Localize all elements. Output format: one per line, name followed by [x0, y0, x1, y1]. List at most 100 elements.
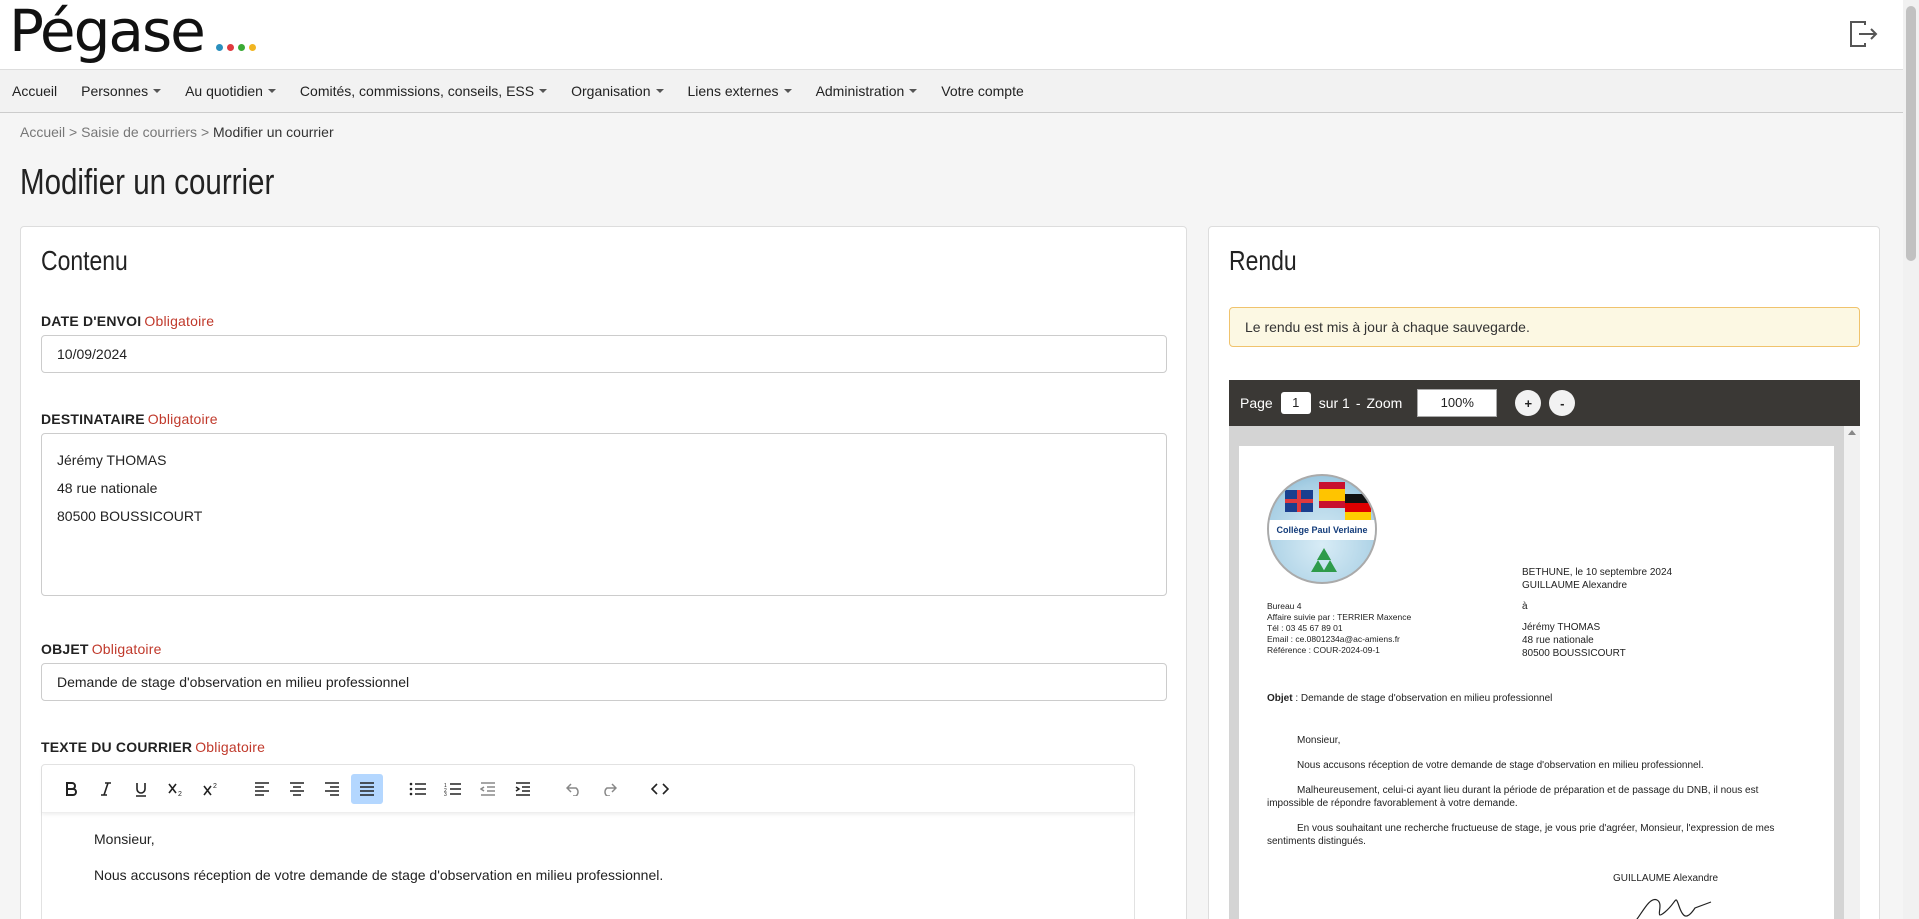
zoom-input[interactable]: 100%: [1417, 389, 1498, 417]
zoom-out-button[interactable]: -: [1549, 390, 1576, 416]
align-justify-button[interactable]: [351, 773, 383, 804]
logo-dots: [216, 44, 256, 51]
recipient-line: Jérémy THOMAS: [57, 452, 167, 468]
superscript-button[interactable]: 2: [195, 774, 227, 804]
align-left-button[interactable]: [246, 774, 278, 804]
body-label: TEXTE DU COURRIER Obligatoire: [41, 739, 265, 755]
pdf-viewer[interactable]: Collège Paul Verlaine Bureau 4 Affaire s…: [1229, 426, 1860, 919]
address-block: BETHUNE, le 10 septembre 2024 GUILLAUME …: [1522, 566, 1672, 660]
underline-button[interactable]: [125, 774, 157, 804]
recipient-label-text: DESTINATAIRE: [41, 411, 145, 427]
content-panel: Contenu DATE D'ENVOI Obligatoire 10/09/20…: [20, 226, 1187, 919]
pdf-scrollbar[interactable]: [1844, 426, 1860, 919]
indent-button[interactable]: [507, 774, 539, 804]
spain-flag-icon: [1319, 482, 1345, 508]
pdf-page: Collège Paul Verlaine Bureau 4 Affaire s…: [1239, 446, 1834, 919]
handwritten-signature: [1636, 898, 1712, 919]
subscript-button[interactable]: 2: [160, 774, 192, 804]
sender-line: Bureau 4: [1267, 601, 1302, 611]
sender-line: Référence : COUR-2024-09-1: [1267, 645, 1380, 655]
zoom-in-button[interactable]: +: [1515, 390, 1542, 416]
caret-down-icon: [539, 89, 548, 93]
nav-label: Comités, commissions, conseils, ESS: [299, 83, 535, 99]
caret-down-icon: [783, 89, 792, 93]
sender-block: Bureau 4 Affaire suivie par : TERRIER Ma…: [1267, 601, 1411, 656]
info-alert: Le rendu est mis à jour à chaque sauvega…: [1229, 307, 1860, 347]
date-input[interactable]: 10/09/2024: [41, 335, 1167, 373]
page-scrollbar[interactable]: [1903, 0, 1919, 919]
nav-item-personnes[interactable]: Personnes: [81, 83, 162, 99]
sender-line: Email : ce.0801234a@ac-amiens.fr: [1267, 634, 1400, 644]
nav-label: Votre compte: [941, 83, 1024, 99]
redo-button[interactable]: [593, 774, 625, 804]
recycle-icon: [1311, 548, 1337, 572]
sender-line: Tél : 03 45 67 89 01: [1267, 623, 1343, 633]
caret-down-icon: [153, 89, 162, 93]
zoom-label: Zoom: [1366, 395, 1403, 411]
nav-label: Accueil: [12, 83, 58, 99]
place-date: BETHUNE, le 10 septembre 2024: [1522, 567, 1673, 578]
nav-item-comites[interactable]: Comités, commissions, conseils, ESS: [299, 83, 548, 99]
recipient-line: Jérémy THOMAS: [1522, 622, 1601, 633]
nav-label: Personnes: [81, 83, 149, 99]
app-header: Pégase: [0, 0, 1919, 70]
app-logo[interactable]: Pégase: [9, 0, 206, 66]
nav-item-liens-externes[interactable]: Liens externes: [688, 83, 792, 99]
bullet-list-button[interactable]: [402, 774, 434, 804]
recipient-line: 48 rue nationale: [57, 480, 158, 496]
sender-line: Affaire suivie par : TERRIER Maxence: [1267, 612, 1412, 622]
letter-body: Monsieur, Nous accusons réception de vot…: [1267, 734, 1799, 860]
pdf-toolbar: Page 1 sur 1 - Zoom 100% + -: [1229, 380, 1860, 426]
letter-paragraph: Nous accusons réception de votre demande…: [1297, 760, 1704, 771]
bold-icon: [66, 781, 77, 796]
subscript-icon: 2: [168, 783, 182, 797]
breadcrumb-home-link[interactable]: Accueil: [20, 124, 65, 140]
align-center-button[interactable]: [281, 774, 313, 804]
bold-button[interactable]: [55, 774, 87, 804]
logo-dot: [227, 44, 234, 51]
dash-separator: -: [1355, 395, 1361, 411]
recipient-label: DESTINATAIRE Obligatoire: [41, 411, 218, 427]
scrollbar-thumb[interactable]: [1906, 6, 1916, 261]
svg-text:2: 2: [178, 791, 182, 797]
source-code-button[interactable]: [644, 774, 676, 804]
required-marker: Obligatoire: [195, 739, 266, 755]
logo-dot: [249, 44, 256, 51]
page-number-input[interactable]: 1: [1280, 392, 1311, 414]
date-label-text: DATE D'ENVOI: [41, 313, 142, 329]
required-marker: Obligatoire: [147, 411, 218, 427]
nav-item-votre-compte[interactable]: Votre compte: [941, 83, 1024, 99]
rich-text-editor: 2 2 123 Monsieur, Nous accusons réceptio…: [41, 764, 1135, 919]
content-panel-title: Contenu: [41, 245, 128, 276]
breadcrumb-separator: >: [69, 124, 78, 140]
align-right-button[interactable]: [316, 774, 348, 804]
required-marker: Obligatoire: [144, 313, 215, 329]
outdent-button[interactable]: [472, 774, 504, 804]
nav-item-organisation[interactable]: Organisation: [571, 83, 664, 99]
nav-item-au-quotidien[interactable]: Au quotidien: [185, 83, 276, 99]
uk-flag-icon: [1285, 490, 1313, 512]
date-label: DATE D'ENVOI Obligatoire: [41, 313, 214, 329]
underline-icon: [136, 782, 146, 797]
nav-item-accueil[interactable]: Accueil: [12, 83, 57, 99]
italic-button[interactable]: [90, 774, 122, 804]
subject-input[interactable]: Demande de stage d'observation en milieu…: [41, 663, 1167, 701]
nav-item-administration[interactable]: Administration: [816, 83, 918, 99]
nav-label: Au quotidien: [185, 83, 263, 99]
breadcrumb-parent-link[interactable]: Saisie de courriers: [81, 124, 197, 140]
recipient-textarea[interactable]: Jérémy THOMAS 48 rue nationale 80500 BOU…: [41, 433, 1167, 596]
caret-down-icon: [655, 89, 664, 93]
undo-button[interactable]: [558, 774, 590, 804]
letter-paragraph: En vous souhaitant une recherche fructue…: [1267, 823, 1775, 847]
editor-content[interactable]: Monsieur, Nous accusons réception de vot…: [42, 813, 1134, 919]
scroll-up-arrow-icon[interactable]: [1848, 430, 1856, 435]
numbered-list-button[interactable]: 123: [437, 774, 469, 804]
page-count-label: sur 1: [1318, 395, 1350, 411]
subject-text: : Demande de stage d'observation en mili…: [1292, 693, 1553, 704]
caret-down-icon: [909, 89, 918, 93]
align-right-icon: [325, 781, 339, 796]
required-marker: Obligatoire: [91, 641, 162, 657]
align-left-icon: [255, 781, 269, 796]
logout-icon[interactable]: [1847, 18, 1879, 50]
letter-subject: Objet : Demande de stage d'observation e…: [1267, 693, 1552, 704]
